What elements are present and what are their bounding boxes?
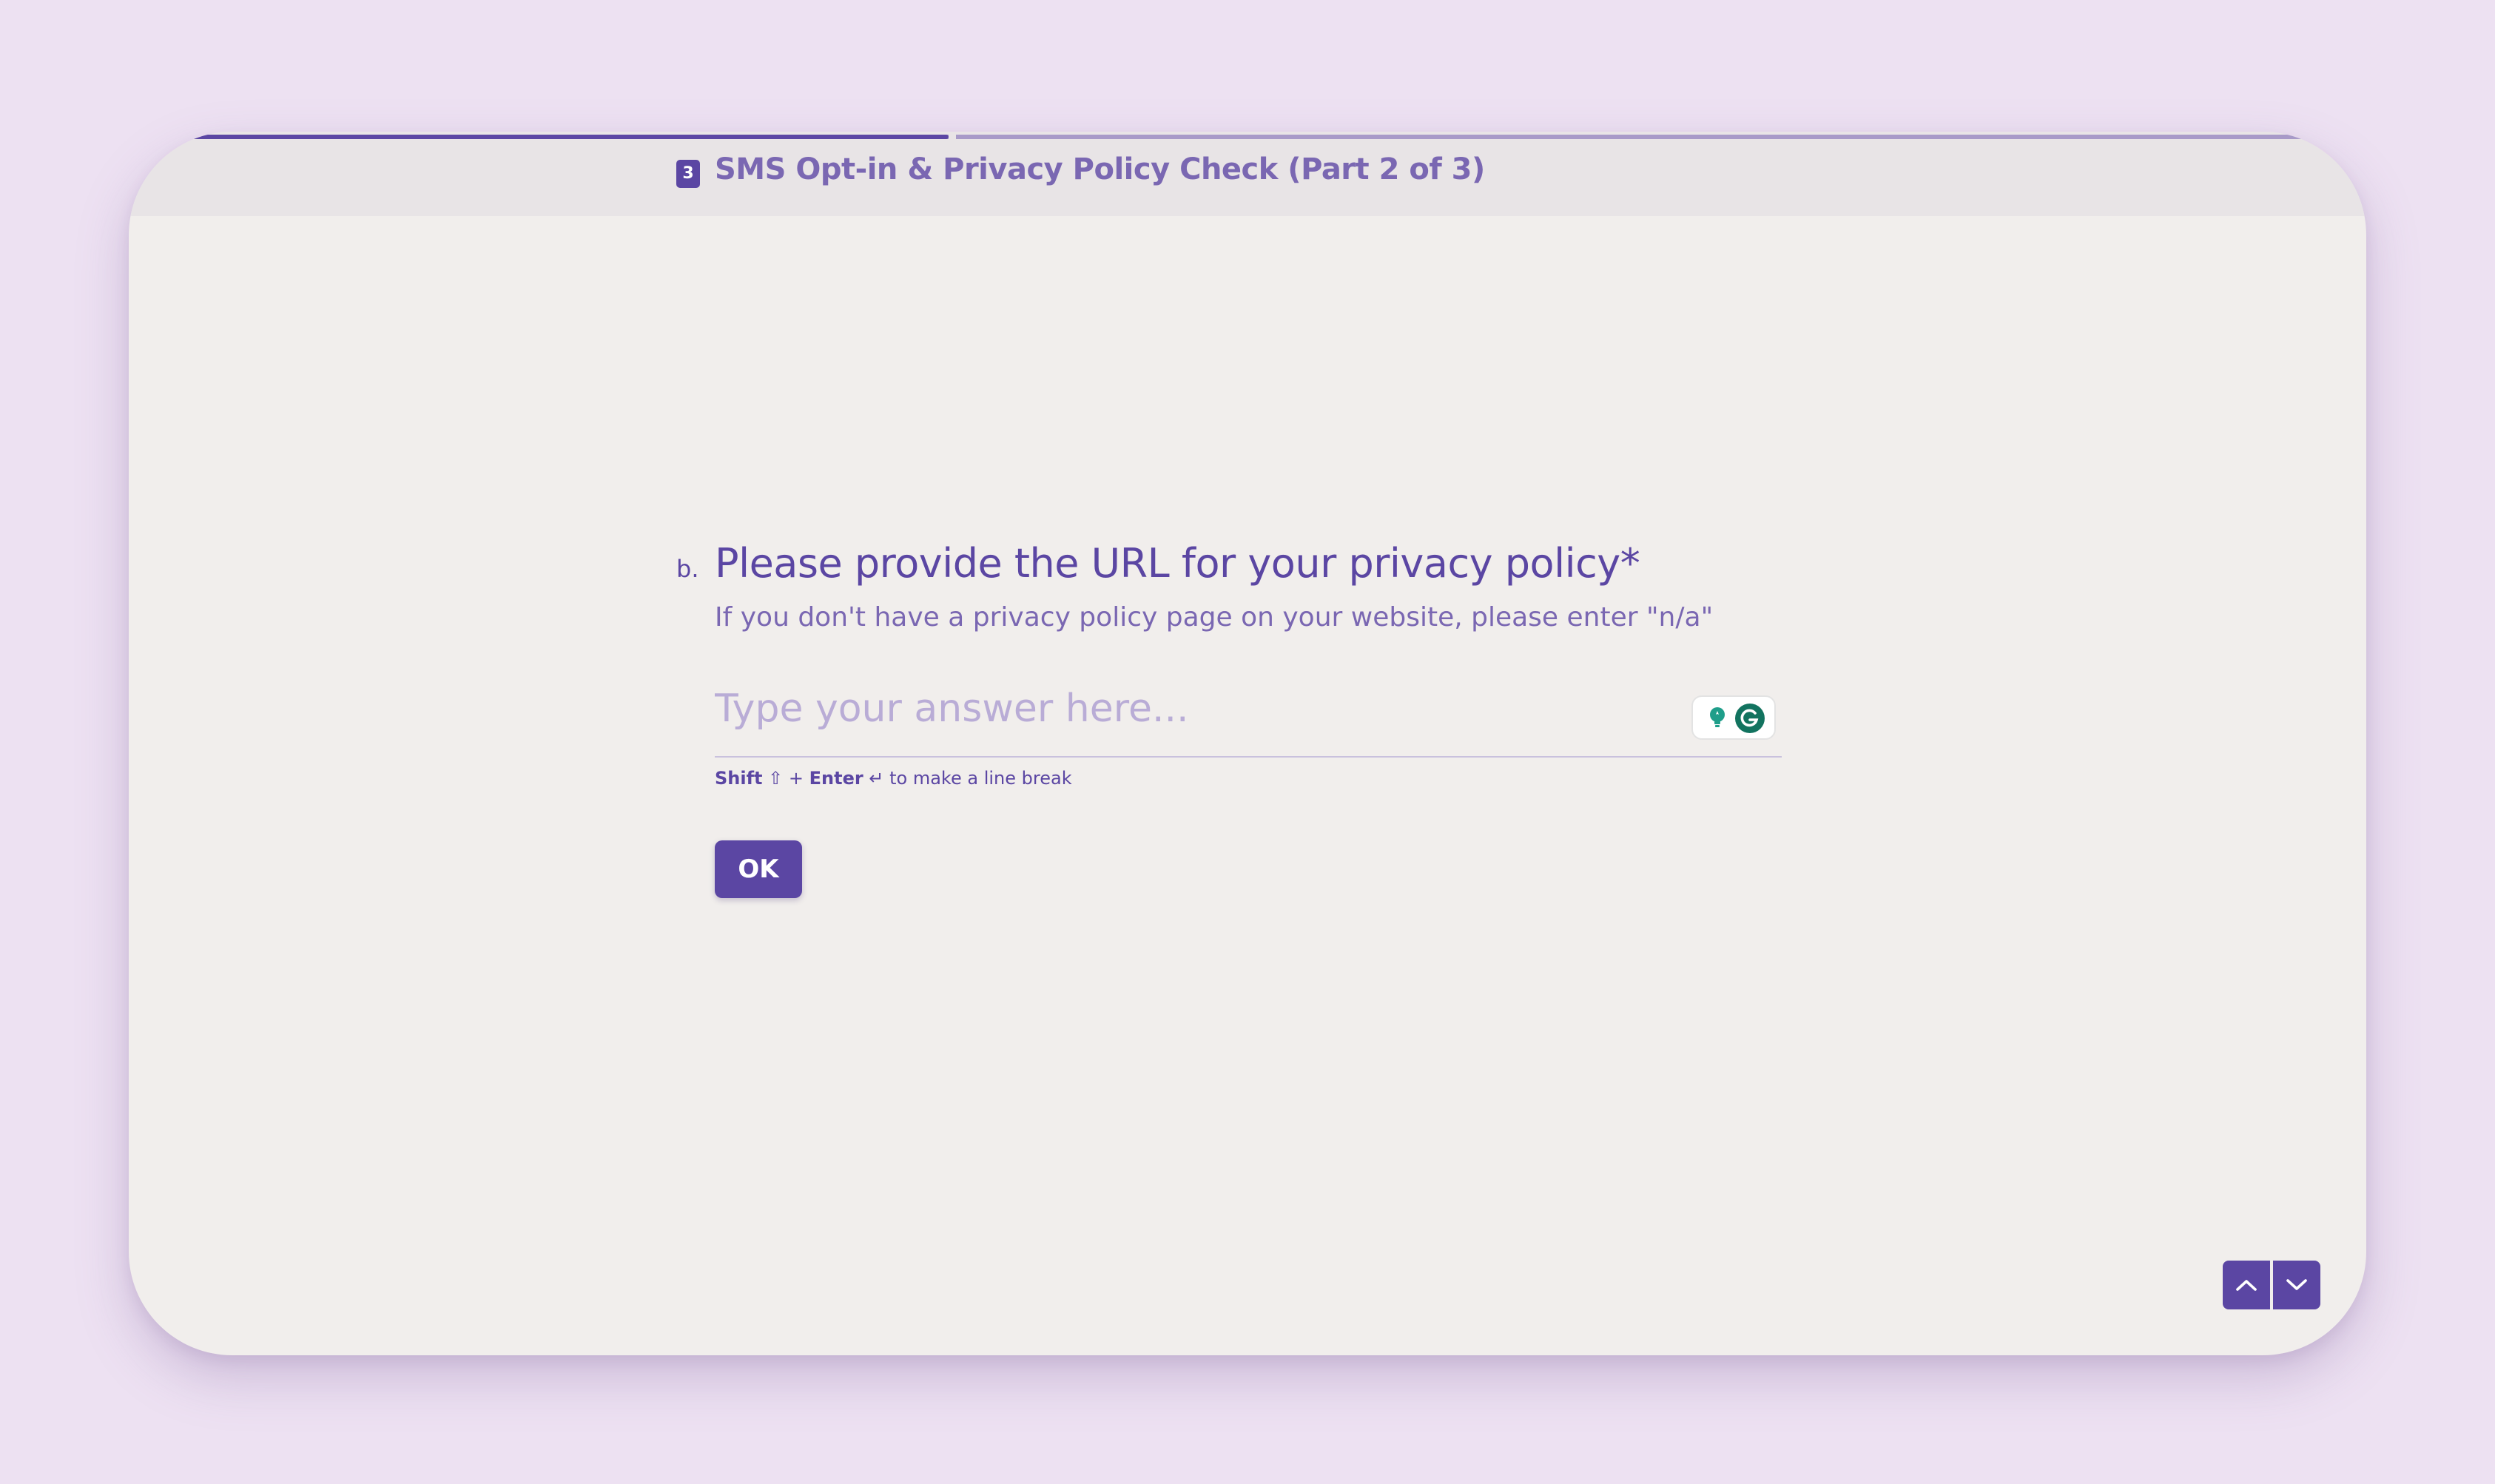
section-number-badge: 3	[676, 160, 700, 188]
progress-bar	[179, 135, 2316, 139]
progress-fill	[179, 135, 949, 139]
grammarly-extension-widget[interactable]	[1691, 695, 1776, 740]
question-description: If you don't have a privacy policy page …	[715, 602, 1714, 633]
question-title: Please provide the URL for your privacy …	[715, 540, 1640, 587]
bulb-icon[interactable]	[1706, 706, 1728, 728]
chevron-up-icon	[2236, 1280, 2257, 1291]
enter-key-label: Enter	[809, 768, 863, 789]
grammarly-icon[interactable]	[1734, 703, 1765, 734]
ok-button[interactable]: OK	[715, 840, 802, 898]
question-letter: b.	[676, 555, 699, 583]
answer-input[interactable]	[715, 684, 1691, 734]
next-question-button[interactable]	[2273, 1261, 2320, 1309]
enter-icon: ↵	[869, 768, 884, 789]
plus-sign: +	[788, 768, 804, 789]
previous-question-button[interactable]	[2223, 1261, 2270, 1309]
section-title: SMS Opt-in & Privacy Policy Check (Part …	[715, 152, 1485, 186]
shift-icon: ⇧	[768, 768, 784, 789]
hint-suffix: to make a line break	[889, 768, 1072, 789]
form-window: 3 SMS Opt-in & Privacy Policy Check (Par…	[129, 132, 2366, 1355]
progress-gap	[948, 135, 956, 139]
line-break-hint: Shift ⇧ + Enter ↵ to make a line break	[715, 768, 1072, 789]
shift-key-label: Shift	[715, 768, 763, 789]
section-header: 3 SMS Opt-in & Privacy Policy Check (Par…	[129, 132, 2366, 216]
answer-underline	[715, 756, 1782, 758]
chevron-down-icon	[2286, 1279, 2307, 1290]
question-navigation	[2223, 1261, 2320, 1309]
